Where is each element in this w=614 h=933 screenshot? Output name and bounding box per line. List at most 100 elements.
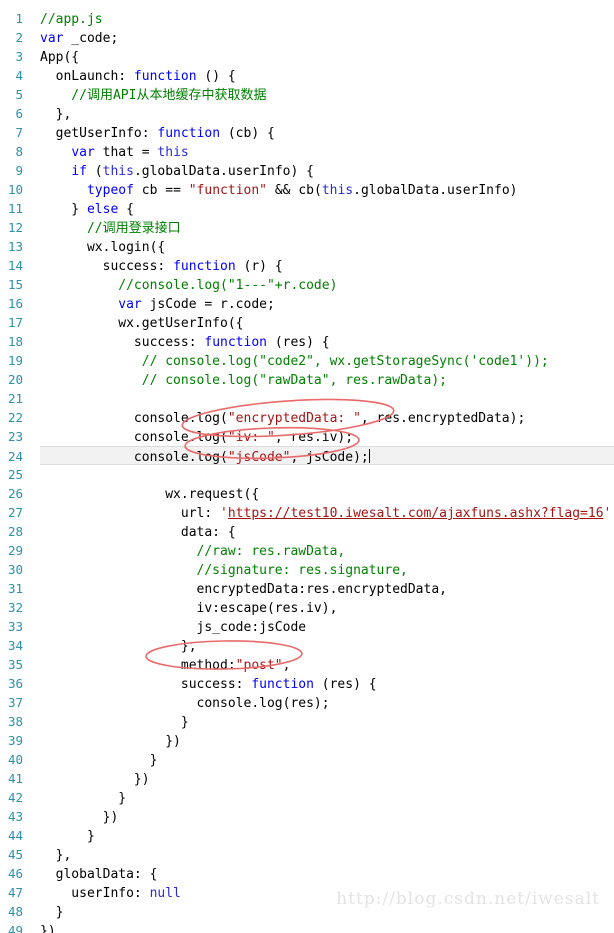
code-line[interactable]: 34 },	[0, 636, 614, 655]
code-line[interactable]: 21	[0, 389, 614, 408]
code-line-content: },	[40, 846, 614, 865]
code-token: })	[40, 734, 181, 749]
code-line[interactable]: 9 if (this.globalData.userInfo) {	[0, 161, 614, 180]
line-number: 49	[7, 923, 23, 933]
code-token: "function"	[188, 183, 268, 198]
code-line[interactable]: 24 console.log("jsCode", jsCode);	[0, 446, 614, 465]
code-line[interactable]: 45 },	[0, 845, 614, 864]
code-line[interactable]: 46 globalData: {	[0, 864, 614, 883]
code-line[interactable]: 27 url: 'https://test10.iwesalt.com/ajax…	[0, 503, 614, 522]
code-line[interactable]: 30 //signature: res.signature,	[0, 560, 614, 579]
code-line-content: },	[40, 105, 614, 124]
code-line[interactable]: 3 App({	[0, 47, 614, 66]
line-number: 11	[7, 201, 23, 216]
code-token: //调用API从本地缓存中获取数据	[40, 88, 267, 103]
code-token: , res.iv);	[274, 430, 354, 445]
code-token: //raw: res.rawData,	[40, 544, 346, 559]
code-line[interactable]: 38 }	[0, 712, 614, 731]
code-line[interactable]: 13 wx.login({	[0, 237, 614, 256]
code-line[interactable]: 26 wx.request({	[0, 484, 614, 503]
line-number: 35	[7, 657, 23, 672]
line-number: 25	[7, 467, 23, 482]
code-line[interactable]: 31 encryptedData:res.encryptedData,	[0, 579, 614, 598]
code-line[interactable]: 7 getUserInfo: function (cb) {	[0, 123, 614, 142]
code-line[interactable]: 37 console.log(res);	[0, 693, 614, 712]
code-token: (	[86, 164, 103, 179]
code-line-content: console.log(res);	[40, 694, 614, 713]
code-line-content: wx.request({	[40, 485, 614, 504]
watermark-text: http://blog.csdn.net/iwesalt	[336, 889, 600, 909]
code-token: this	[157, 145, 189, 160]
code-line[interactable]: 41 })	[0, 769, 614, 788]
code-line[interactable]: 20 // console.log("rawData", res.rawData…	[0, 370, 614, 389]
code-line[interactable]: 29 //raw: res.rawData,	[0, 541, 614, 560]
code-line[interactable]: 4 onLaunch: function () {	[0, 66, 614, 85]
code-token: var	[71, 145, 95, 160]
code-line-content: }	[40, 789, 614, 808]
code-token: var	[118, 297, 142, 312]
line-number: 41	[7, 771, 23, 786]
code-line[interactable]: 40 }	[0, 750, 614, 769]
code-line-content: success: function (r) {	[40, 257, 614, 276]
code-token: function	[173, 259, 236, 274]
code-line[interactable]: 28 data: {	[0, 522, 614, 541]
code-line[interactable]: 43 })	[0, 807, 614, 826]
code-line[interactable]: 18 success: function (res) {	[0, 332, 614, 351]
code-token: typeof	[86, 183, 134, 198]
line-number: 17	[7, 315, 23, 330]
code-token: ,	[282, 658, 291, 673]
code-line[interactable]: 23 console.log("iv: ", res.iv);	[0, 427, 614, 446]
line-number: 32	[7, 600, 23, 615]
code-line[interactable]: 36 success: function (res) {	[0, 674, 614, 693]
code-line-content: //raw: res.rawData,	[40, 542, 614, 561]
code-line[interactable]: 10 typeof cb == "function" && cb(this.gl…	[0, 180, 614, 199]
code-token[interactable]: https://test10.iwesalt.com/ajaxfuns.ashx…	[228, 506, 604, 521]
code-line[interactable]: 1 //app.js	[0, 9, 614, 28]
code-line[interactable]: 14 success: function (r) {	[0, 256, 614, 275]
code-editor-pane[interactable]: 1//app.js 2 var _code; 3 App({4 onLaunch: fu…	[0, 0, 614, 933]
line-number: 23	[7, 429, 23, 444]
code-token: wx.getUserInfo({	[40, 316, 244, 331]
code-token: cb ==	[133, 183, 189, 198]
code-line[interactable]: 8 var that = this	[0, 142, 614, 161]
code-line[interactable]: 5 //调用API从本地缓存中获取数据	[0, 85, 614, 104]
code-token: "encryptedData: "	[227, 411, 361, 426]
code-token: success:	[40, 259, 174, 274]
code-line-content: method:"post",	[40, 656, 614, 675]
code-line[interactable]: 2 var _code;	[0, 28, 614, 47]
code-token: function	[157, 126, 221, 141]
line-number: 16	[7, 296, 23, 311]
line-number: 34	[7, 638, 23, 653]
code-lines-container[interactable]: 1//app.js 2 var _code; 3 App({4 onLaunch: fu…	[0, 0, 614, 933]
code-line[interactable]: 25	[0, 465, 614, 484]
code-line[interactable]: 35 method:"post",	[0, 655, 614, 674]
code-line[interactable]: 22 console.log("encryptedData: ", res.en…	[0, 408, 614, 427]
code-line[interactable]: 44 }	[0, 826, 614, 845]
code-line-content: //调用API从本地缓存中获取数据	[40, 86, 614, 105]
code-token: that =	[94, 145, 158, 160]
code-line[interactable]: 17 wx.getUserInfo({	[0, 313, 614, 332]
code-line[interactable]: 12 //调用登录接口	[0, 218, 614, 237]
code-line-content: js_code:jsCode	[40, 618, 614, 637]
code-line[interactable]: 16 var jsCode = r.code;	[0, 294, 614, 313]
line-number: 24	[0, 446, 40, 465]
code-token: })	[40, 810, 119, 825]
code-line[interactable]: 32 iv:escape(res.iv),	[0, 598, 614, 617]
code-line[interactable]: 11 } else {	[0, 199, 614, 218]
code-line[interactable]: 33 js_code:jsCode	[0, 617, 614, 636]
code-line-content: console.log("iv: ", res.iv);	[40, 428, 614, 447]
code-token: if	[71, 164, 87, 179]
code-line[interactable]: 19 // console.log("code2", wx.getStorage…	[0, 351, 614, 370]
code-line[interactable]: 39 })	[0, 731, 614, 750]
code-line[interactable]: 42 }	[0, 788, 614, 807]
line-number: 3	[15, 49, 23, 64]
code-token: this	[321, 183, 354, 198]
code-token: this	[102, 164, 134, 179]
code-token: })	[40, 924, 56, 933]
code-line[interactable]: 49})	[0, 921, 614, 933]
code-line[interactable]: 15 //console.log("1---"+r.code)	[0, 275, 614, 294]
code-token: // console.log("rawData", res.rawData);	[40, 373, 447, 388]
code-line[interactable]: 6 },	[0, 104, 614, 123]
line-number: 15	[7, 277, 23, 292]
